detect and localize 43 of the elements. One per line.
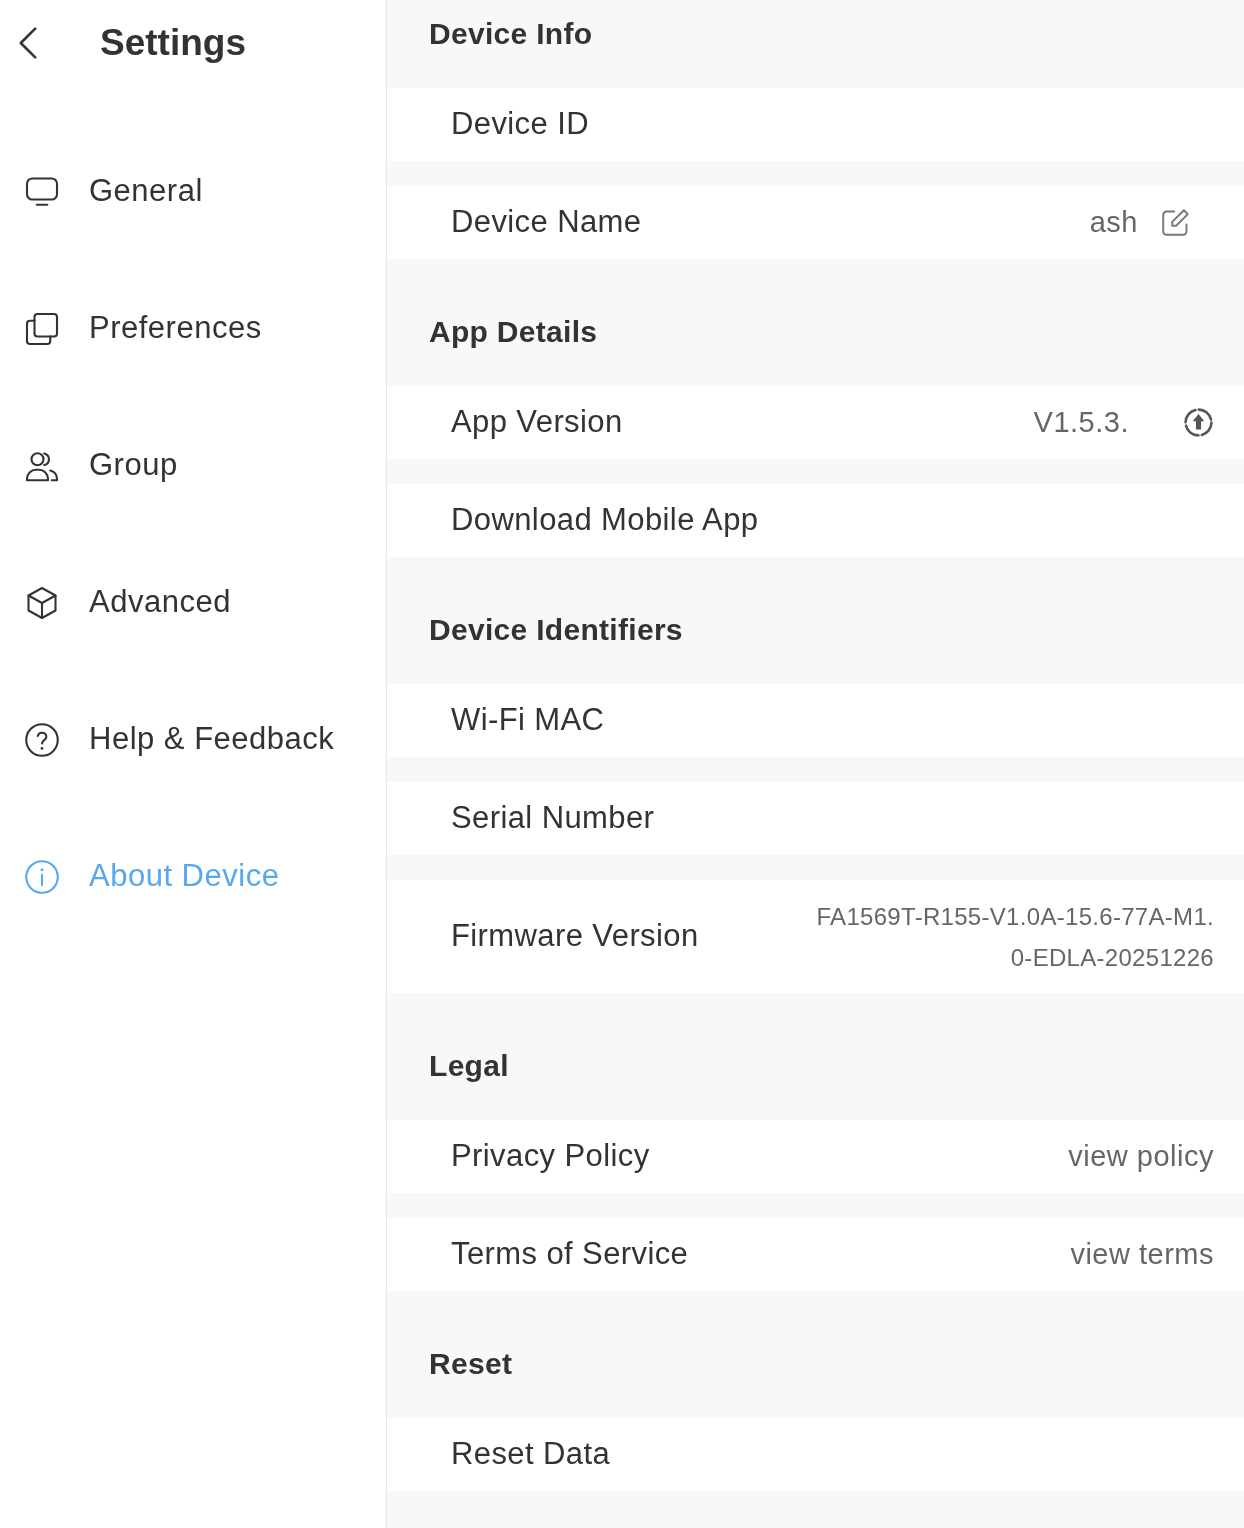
section-title: Device Info (429, 19, 593, 49)
settings-row[interactable]: Firmware Version FA1569T-R155-V1.0A-15.6-77A-M1. 0-EDLA-20251226 (387, 880, 1244, 993)
settings-row[interactable]: Serial Number (387, 782, 1244, 855)
sidebar-item[interactable]: Group (24, 442, 178, 489)
row-label: Serial Number (451, 799, 655, 838)
row-label: App Version (451, 403, 623, 442)
section-title: App Details (429, 317, 598, 347)
edit-icon[interactable] (1160, 207, 1191, 238)
row-value: ash (1089, 204, 1138, 240)
sidebar-item[interactable]: Advanced (24, 579, 231, 626)
settings-row[interactable]: Device ID (387, 88, 1244, 161)
row-link[interactable]: view policy (1068, 1134, 1214, 1179)
row-label: Firmware Version (451, 917, 699, 956)
settings-row[interactable]: Privacy Policy view policy (387, 1120, 1244, 1193)
settings-row[interactable]: App Version V1.5.3. (387, 386, 1244, 459)
cube-icon (24, 584, 60, 621)
row-label: Device ID (451, 105, 589, 144)
page-title: Settings (100, 21, 246, 66)
settings-row[interactable]: Reset Data (387, 1418, 1244, 1491)
help-icon (24, 721, 60, 758)
sidebar-item[interactable]: General (24, 168, 203, 215)
row-label: Privacy Policy (451, 1137, 650, 1176)
firmware-version-value: FA1569T-R155-V1.0A-15.6-77A-M1. 0-EDLA-20251226 (816, 901, 1214, 973)
row-label: Wi-Fi MAC (451, 701, 605, 740)
section-title: Device Identifiers (429, 615, 683, 645)
row-label: Reset Data (451, 1435, 611, 1474)
row-value: V1.5.3. (1033, 404, 1129, 440)
settings-row[interactable]: Download Mobile App (387, 484, 1244, 557)
info-icon (24, 858, 60, 895)
section-title: Legal (429, 1051, 509, 1081)
settings-row[interactable]: Terms of Service view terms (387, 1218, 1244, 1291)
row-label: Terms of Service (451, 1235, 689, 1274)
row-label: Download Mobile App (451, 501, 759, 540)
section-title: Reset (429, 1349, 513, 1379)
settings-row[interactable]: Device Name ash (387, 186, 1244, 259)
sidebar-item[interactable]: Preferences (24, 305, 262, 352)
settings-row[interactable]: Wi-Fi MAC (387, 684, 1244, 757)
overlapping-squares-icon (24, 310, 60, 347)
row-label: Device Name (451, 203, 642, 242)
arrow-up-circle-icon[interactable] (1183, 407, 1214, 438)
row-link[interactable]: view terms (1070, 1232, 1214, 1277)
sidebar-item[interactable]: Help & Feedback (24, 716, 335, 763)
chevron-left-icon (18, 27, 38, 59)
